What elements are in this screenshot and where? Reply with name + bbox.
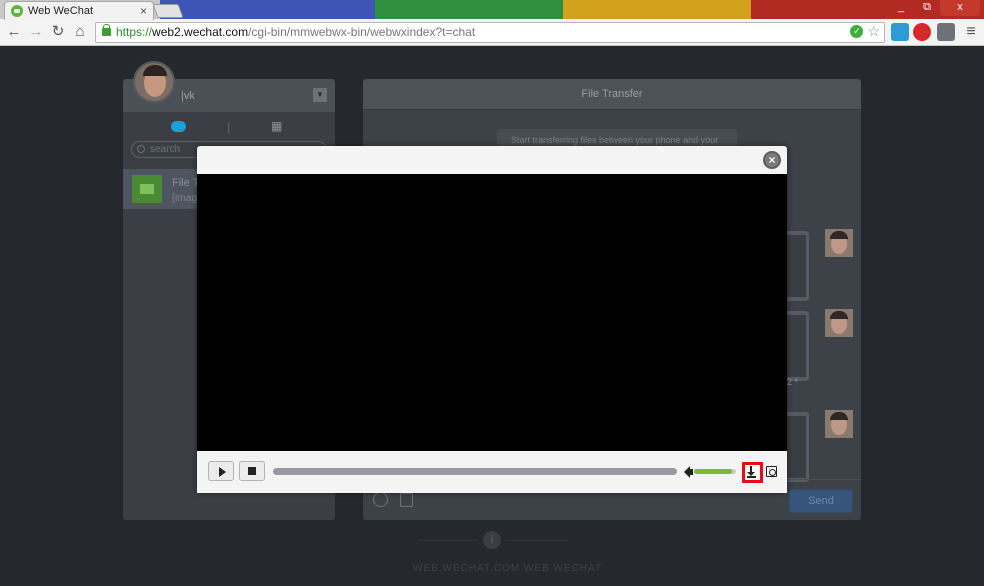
tab-divider [228, 122, 229, 134]
stop-icon [248, 467, 256, 475]
message-avatar-hair [830, 231, 848, 239]
chat-title: File Transfer [363, 79, 861, 110]
footer-watermark: WEB.WECHAT.COM WEB WECHAT [413, 563, 603, 574]
home-button[interactable]: ⌂ [71, 23, 89, 41]
forward-button[interactable]: → [27, 23, 45, 41]
url-scheme: https:// [116, 25, 153, 39]
send-button[interactable]: Send [789, 489, 853, 513]
tab-strip: Web WeChat × _ ⧉ x [0, 0, 984, 20]
tab-web-wechat[interactable]: Web WeChat × [4, 1, 154, 20]
footer-divider [508, 540, 568, 541]
play-button[interactable] [208, 461, 234, 481]
chevron-down-icon[interactable]: ▼ [313, 88, 327, 102]
sidebar-tabs: ▦ [123, 112, 335, 138]
search-icon [137, 145, 145, 153]
new-tab-button[interactable] [152, 4, 184, 18]
attach-file-icon[interactable] [400, 493, 413, 507]
message-avatar-hair [830, 311, 848, 319]
message-avatar [825, 229, 853, 257]
tab-close-icon[interactable]: × [140, 4, 147, 18]
address-bar-icons: ✓ ☆ [850, 24, 880, 38]
volume-slider[interactable] [694, 469, 736, 474]
window-close-button[interactable]: x [940, 0, 980, 16]
stop-button[interactable] [239, 461, 265, 481]
stripe-blue [160, 0, 375, 19]
browser-window: { "browser": { "tab_title": "Web WeChat"… [0, 0, 984, 586]
avatar-hair [143, 65, 167, 76]
search-placeholder: search [150, 144, 181, 155]
restore-button[interactable]: ⧉ [914, 0, 940, 16]
extension-cast-icon[interactable] [937, 23, 955, 41]
wechat-favicon-icon [11, 5, 23, 17]
video-player-modal: × [197, 146, 787, 493]
url-path: /cgi-bin/mmwebwx-bin/webwxindex?t=chat [248, 25, 476, 39]
address-bar[interactable]: https://web2.wechat.com/cgi-bin/mmwebwx-… [95, 22, 885, 43]
fullscreen-icon[interactable] [766, 466, 777, 477]
video-area[interactable] [197, 174, 787, 451]
volume-fill [694, 469, 732, 474]
tab-title: Web WeChat [28, 5, 94, 17]
partial-message-text: 2 * [787, 377, 799, 387]
reload-button[interactable]: ↻ [49, 23, 67, 41]
chat-item-subtitle: [Imag [172, 193, 198, 204]
player-controls [197, 451, 787, 493]
chat-bubble-icon[interactable] [171, 121, 186, 132]
window-controls: _ ⧉ x [888, 0, 980, 16]
stripe-yellow [563, 0, 751, 19]
lock-icon [102, 24, 111, 36]
contacts-icon[interactable]: ▦ [271, 119, 289, 133]
browser-toolbar: ← → ↻ ⌂ https://web2.wechat.com/cgi-bin/… [0, 19, 984, 46]
bookmark-star-icon[interactable]: ☆ [867, 24, 880, 38]
message-avatar [825, 410, 853, 438]
file-transfer-icon [132, 175, 162, 203]
download-icon [747, 466, 755, 476]
download-button[interactable] [742, 462, 763, 483]
emoji-icon[interactable] [373, 492, 388, 507]
download-base [747, 476, 756, 478]
info-icon[interactable]: i [483, 531, 501, 549]
extension-opera-icon[interactable] [913, 23, 931, 41]
minimize-button[interactable]: _ [888, 0, 914, 16]
modal-close-button[interactable]: × [763, 151, 781, 169]
footer-divider [418, 540, 478, 541]
message-avatar [825, 309, 853, 337]
progress-bar[interactable] [273, 468, 677, 475]
back-button[interactable]: ← [5, 23, 23, 41]
profile-header: |vk ▼ [123, 61, 335, 112]
message-avatar-hair [830, 412, 848, 420]
avatar[interactable] [133, 61, 175, 103]
url-host: web2.wechat.com [152, 25, 249, 39]
extension-blue-icon[interactable] [891, 23, 909, 41]
volume-icon[interactable] [684, 466, 693, 478]
chat-item-title: File T [172, 177, 200, 189]
username: |vk [181, 90, 195, 102]
chrome-menu-icon[interactable]: ≡ [962, 23, 980, 41]
play-icon [219, 467, 226, 477]
stripe-green [375, 0, 563, 19]
verified-check-icon[interactable]: ✓ [850, 25, 864, 38]
